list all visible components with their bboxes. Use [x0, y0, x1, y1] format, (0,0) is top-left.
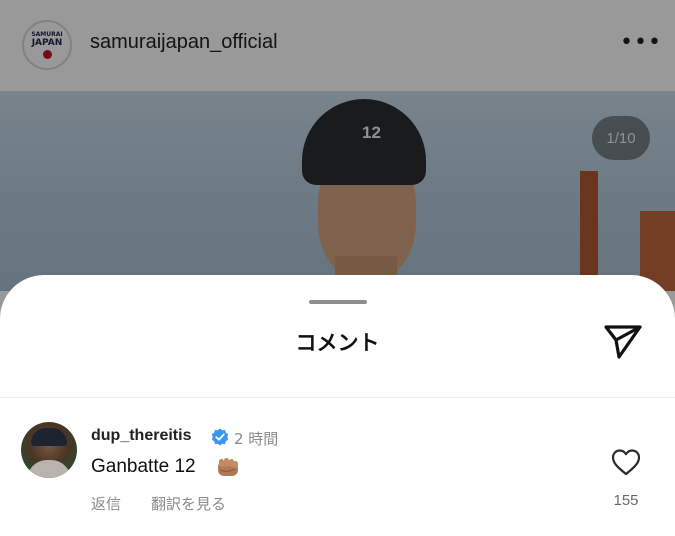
commenter-avatar[interactable] — [21, 422, 77, 478]
paper-plane-icon[interactable] — [600, 321, 646, 361]
heart-outline-icon[interactable] — [611, 448, 641, 476]
fist-emoji-icon — [218, 458, 238, 476]
like-count: 155 — [613, 492, 639, 509]
sheet-title: コメント — [295, 331, 380, 355]
avatar-cap-shape — [31, 428, 67, 446]
sheet-drag-handle[interactable] — [309, 300, 367, 304]
see-translation-button[interactable]: 翻訳を見る — [151, 493, 226, 514]
avatar-jersey-shape — [27, 460, 71, 478]
reply-button[interactable]: 返信 — [91, 493, 121, 514]
comment-timestamp: 2 時間 — [234, 430, 279, 448]
comment-username[interactable]: dup_thereitis — [91, 427, 191, 445]
comment-text: Ganbatte 12 — [91, 456, 196, 477]
verified-badge-icon — [211, 428, 229, 446]
sheet-divider — [0, 397, 675, 398]
comments-sheet: コメント dup_thereitis 2 時間 Ganbatte 12 返信 翻… — [0, 275, 675, 536]
